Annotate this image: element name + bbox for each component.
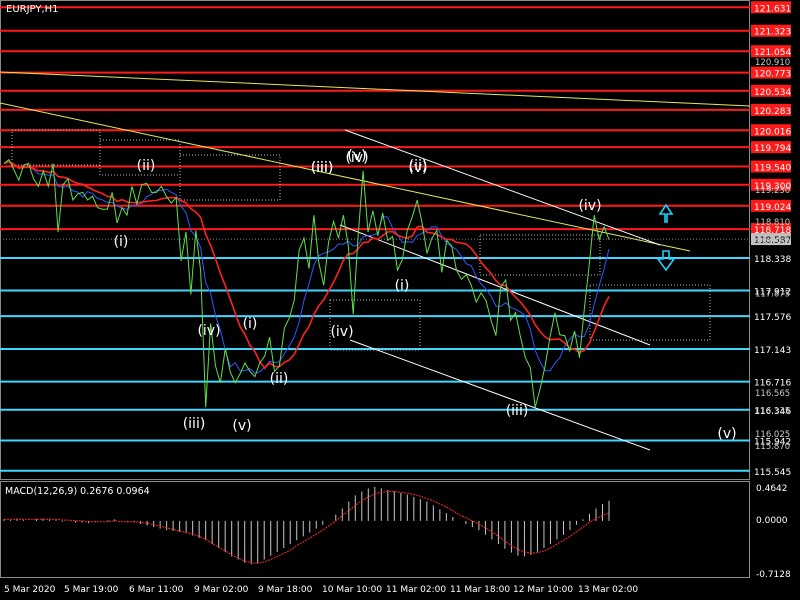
wave-label: (iv): [197, 323, 220, 339]
price-level-label: 116.716: [754, 379, 791, 389]
price-level-label: 118.338: [754, 255, 791, 265]
wave-label: (iii): [311, 160, 334, 176]
price-level-badge: 117.576: [751, 310, 791, 323]
price-level-badge: 119.540: [751, 160, 791, 174]
macd-scale-zero: 0.0000: [756, 516, 788, 526]
macd-label: MACD(12,26,9) 0.2676 0.0964: [5, 486, 150, 497]
price-level-badge: 120.773: [751, 66, 791, 80]
price-level-label: 121.631: [754, 4, 791, 14]
cloud-region: [479, 234, 601, 276]
price-level-badge: 120.534: [751, 84, 791, 98]
y-tick-label: 115.870: [755, 442, 790, 452]
price-level-badge: 120.283: [751, 103, 791, 117]
x-tick-label: 9 Mar 18:00: [258, 585, 313, 595]
wave-label: (v): [232, 418, 251, 434]
price-level-badge: 119.024: [751, 199, 791, 213]
price-level-label: 120.283: [754, 107, 791, 117]
channel-line-lower[interactable]: [349, 339, 651, 451]
cloud-region: [589, 284, 711, 341]
price-level-label: 117.576: [754, 313, 791, 323]
price-level-badge: 120.016: [751, 124, 791, 137]
wave-label: (iv): [578, 198, 601, 214]
macd-scale-bottom: -0.7128: [756, 570, 791, 580]
price-level-label: 115.545: [754, 468, 791, 478]
price-level-badge: 119.794: [751, 141, 791, 154]
y-tick-label: 116.025: [755, 430, 790, 440]
price-level-badge: 116.716: [751, 375, 791, 389]
price-level-badge: 121.054: [751, 45, 791, 58]
arrow-up-icon[interactable]: [658, 203, 674, 223]
price-level-badge: 117.143: [751, 343, 791, 356]
price-level-label: 120.534: [754, 88, 791, 98]
time-axis[interactable]: 5 Mar 2020 5 Mar 19:00 6 Mar 11:00 9 Mar 02…: [4, 585, 638, 595]
macd-scale-top: 0.4642: [756, 484, 788, 494]
wave-label: (i): [114, 234, 129, 250]
trendlines[interactable]: [0, 71, 751, 451]
arrow-down-icon[interactable]: [656, 250, 676, 272]
wave-labels: (i) (ii) (iii) (iv) (v) (i) (ii) (iii) (iv) (v) (i…: [114, 148, 737, 442]
price-level-label: 121.054: [754, 48, 791, 58]
wave-label: (iii): [506, 403, 529, 419]
x-tick-label: 11 Mar 02:00: [386, 585, 446, 595]
price-level-label: 120.773: [754, 70, 791, 80]
price-axis[interactable]: 121.631 121.323 121.054 120.773 120.534 120.2…: [751, 1, 791, 478]
price-level-label: 117.143: [754, 346, 791, 356]
price-level-label: 120.016: [754, 127, 791, 137]
x-tick-label: 11 Mar 18:00: [450, 585, 510, 595]
wave-label: (ii): [137, 158, 156, 174]
y-tick-label: 116.565: [755, 389, 790, 399]
price-level-badge: 121.631: [751, 1, 791, 14]
wave-label: (v): [717, 426, 736, 442]
x-tick-label: 5 Mar 19:00: [64, 585, 119, 595]
cloud-region: [179, 154, 281, 201]
price-level-badge: 115.545: [751, 464, 791, 478]
chart-title: EURJPY,H1: [6, 4, 59, 15]
x-tick-label: 5 Mar 2020: [4, 585, 56, 595]
y-tick-label: 120.910: [755, 58, 790, 68]
wave-label: (ii): [409, 158, 428, 174]
y-tick-label: 119.230: [755, 186, 790, 196]
price-series: [3, 158, 610, 408]
y-tick-label: 117.875: [755, 289, 790, 299]
wave-label: (i): [395, 278, 410, 294]
price-line: [3, 158, 610, 408]
price-level-label: 119.540: [754, 164, 791, 174]
x-tick-label: 10 Mar 10:00: [322, 585, 382, 595]
price-level-badge: 121.323: [751, 24, 791, 38]
macd-indicator: [3, 486, 610, 565]
yellow-trendline-upper[interactable]: [0, 71, 751, 107]
wave-label: (iii): [183, 416, 206, 432]
price-chart[interactable]: (i) (ii) (iii) (iv) (v) (i) (ii) (iii) (iv) (v) (i…: [0, 0, 800, 600]
y-tick-label: 118.550: [755, 238, 790, 248]
price-level-label: 119.794: [754, 144, 791, 154]
x-tick-label: 6 Mar 11:00: [129, 585, 184, 595]
y-tick-label: 118.810: [755, 218, 790, 228]
tenkan-line: [3, 160, 610, 370]
wave-label: (v): [347, 148, 366, 164]
wave-label: (iv): [330, 324, 353, 340]
x-tick-label: 9 Mar 02:00: [194, 585, 249, 595]
price-level-label: 121.323: [754, 28, 791, 38]
price-level-badge: 118.338: [751, 252, 791, 265]
channel-line-middle[interactable]: [339, 224, 651, 346]
wave-label: (ii): [270, 371, 289, 387]
price-level-label: 119.024: [754, 203, 791, 213]
x-tick-label: 12 Mar 10:00: [513, 585, 573, 595]
y-tick-label: 116.335: [755, 407, 790, 417]
x-tick-label: 13 Mar 02:00: [578, 585, 638, 595]
wave-label: (i): [243, 316, 258, 332]
